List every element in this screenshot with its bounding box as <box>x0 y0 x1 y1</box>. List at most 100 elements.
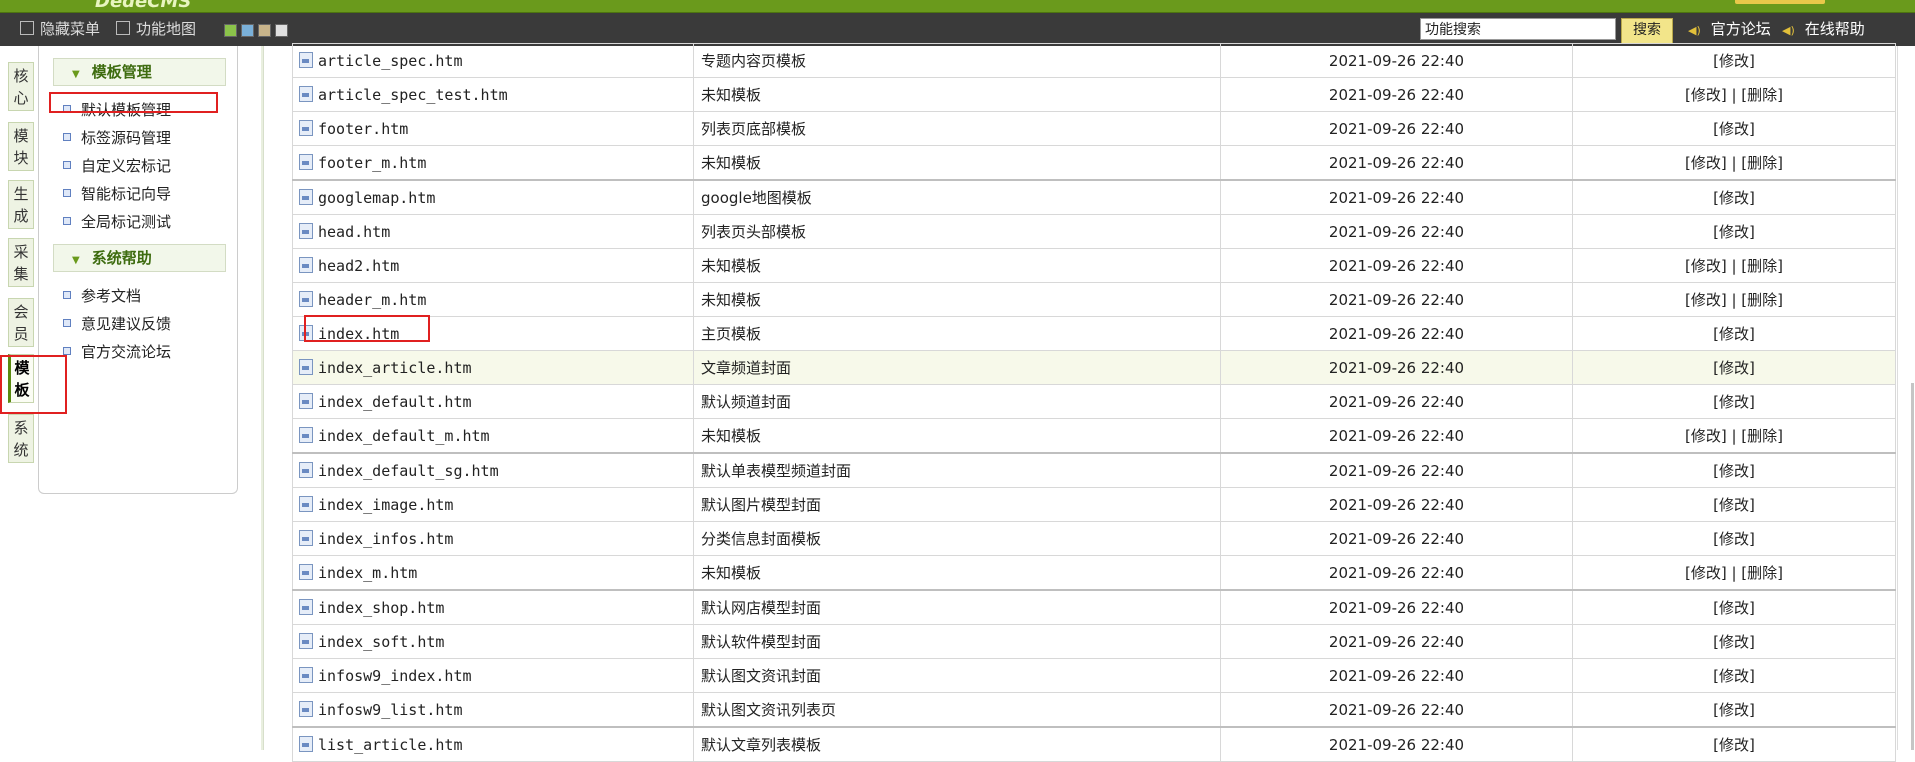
table-row: index_article.htm 文章频道封面 2021-09-26 22:40 [… <box>292 350 1896 385</box>
forum-link[interactable]: ◀) 官方论坛 <box>1688 13 1771 46</box>
action-separator: | <box>1726 427 1742 445</box>
file-name[interactable]: head2.htm <box>318 257 399 275</box>
edit-link[interactable]: [修改] <box>1713 530 1755 548</box>
menu-item[interactable]: 默认模板管理 <box>63 99 171 121</box>
side-tab[interactable]: 核心 <box>8 62 34 111</box>
help-link[interactable]: ◀) 在线帮助 <box>1782 13 1865 46</box>
edit-link[interactable]: [修改] <box>1713 223 1755 241</box>
edit-link[interactable]: [修改] <box>1713 462 1755 480</box>
file-name[interactable]: article_spec.htm <box>318 52 463 70</box>
menu-item-label: 默认模板管理 <box>81 101 172 119</box>
file-icon <box>299 324 313 341</box>
edit-link[interactable]: [修改] <box>1713 496 1755 514</box>
table-row: index_soft.htm 默认软件模型封面 2021-09-26 22:40 [修… <box>292 624 1896 659</box>
file-name[interactable]: index_default_sg.htm <box>318 462 499 480</box>
menu-item-label: 智能标记向导 <box>81 185 172 203</box>
file-modified-time: 2021-09-26 22:40 <box>1220 589 1573 625</box>
side-tab[interactable]: 系统 <box>8 414 34 463</box>
edit-link[interactable]: [修改] <box>1713 599 1755 617</box>
side-tab[interactable]: 模板 <box>8 354 34 403</box>
edit-link[interactable]: [修改] <box>1685 257 1727 275</box>
file-name[interactable]: head.htm <box>318 223 390 241</box>
skin-swatch[interactable] <box>258 24 271 37</box>
edit-link[interactable]: [修改] <box>1713 393 1755 411</box>
file-name-cell: index_soft.htm <box>292 624 694 659</box>
edit-link[interactable]: [修改] <box>1685 427 1727 445</box>
file-name[interactable]: list_article.htm <box>318 736 463 754</box>
delete-link[interactable]: [删除] <box>1741 257 1783 275</box>
delete-link[interactable]: [删除] <box>1741 291 1783 309</box>
side-tab[interactable]: 生成 <box>8 180 34 229</box>
file-name[interactable]: index_shop.htm <box>318 599 444 617</box>
file-name[interactable]: index_infos.htm <box>318 530 453 548</box>
edit-link[interactable]: [修改] <box>1685 291 1727 309</box>
file-name[interactable]: index_article.htm <box>318 359 472 377</box>
file-name[interactable]: article_spec_test.htm <box>318 86 508 104</box>
hide-menu-link[interactable]: 隐藏菜单 <box>20 13 100 46</box>
file-actions: [修改] | [删除] <box>1572 555 1896 591</box>
file-name[interactable]: infosw9_index.htm <box>318 667 472 685</box>
file-description: 默认单表模型频道封面 <box>693 452 1221 488</box>
file-name[interactable]: googlemap.htm <box>318 189 435 207</box>
menu-item[interactable]: 自定义宏标记 <box>63 155 171 177</box>
search-button[interactable]: 搜索 <box>1621 18 1673 44</box>
search-input[interactable] <box>1420 18 1616 40</box>
delete-link[interactable]: [删除] <box>1741 427 1783 445</box>
table-row: index.htm 主页模板 2021-09-26 22:40 [修改] <box>292 316 1896 351</box>
edit-link[interactable]: [修改] <box>1713 667 1755 685</box>
file-name[interactable]: index_default_m.htm <box>318 427 490 445</box>
skin-swatch[interactable] <box>241 24 254 37</box>
file-name[interactable]: footer.htm <box>318 120 408 138</box>
skin-swatch[interactable] <box>224 24 237 37</box>
edit-link[interactable]: [修改] <box>1713 736 1755 754</box>
menu-item[interactable]: 智能标记向导 <box>63 183 171 205</box>
skin-swatch[interactable] <box>275 24 288 37</box>
file-name[interactable]: index_image.htm <box>318 496 453 514</box>
file-name[interactable]: index_soft.htm <box>318 633 444 651</box>
edit-link[interactable]: [修改] <box>1713 633 1755 651</box>
file-name[interactable]: index_default.htm <box>318 393 472 411</box>
group-template-management[interactable]: ▼ 模板管理 <box>53 58 226 86</box>
edit-link[interactable]: [修改] <box>1713 325 1755 343</box>
file-actions: [修改] <box>1572 452 1896 488</box>
edit-link[interactable]: [修改] <box>1713 701 1755 719</box>
file-name[interactable]: header_m.htm <box>318 291 426 309</box>
file-name[interactable]: footer_m.htm <box>318 154 426 172</box>
edit-link[interactable]: [修改] <box>1713 189 1755 207</box>
menu-item[interactable]: 官方交流论坛 <box>63 341 171 363</box>
file-description: 未知模板 <box>693 77 1221 112</box>
file-name[interactable]: index.htm <box>318 325 399 343</box>
file-actions: [修改] <box>1572 43 1896 78</box>
side-tab[interactable]: 模块 <box>8 122 34 171</box>
file-icon <box>299 85 313 102</box>
file-name[interactable]: index_m.htm <box>318 564 417 582</box>
file-name-cell: index_m.htm <box>292 555 694 591</box>
edit-link[interactable]: [修改] <box>1685 564 1727 582</box>
file-name-cell: footer.htm <box>292 111 694 146</box>
side-tab[interactable]: 会员 <box>8 298 34 347</box>
menu-item[interactable]: 标签源码管理 <box>63 127 171 149</box>
side-tab[interactable]: 采集 <box>8 238 34 287</box>
edit-link[interactable]: [修改] <box>1685 154 1727 172</box>
edit-link[interactable]: [修改] <box>1713 52 1755 70</box>
menu-item[interactable]: 全局标记测试 <box>63 211 171 233</box>
file-actions: [修改] <box>1572 214 1896 249</box>
file-modified-time: 2021-09-26 22:40 <box>1220 521 1573 556</box>
menu-item[interactable]: 参考文档 <box>63 285 141 307</box>
file-actions: [修改] <box>1572 111 1896 146</box>
edit-link[interactable]: [修改] <box>1685 86 1727 104</box>
edit-link[interactable]: [修改] <box>1713 120 1755 138</box>
function-map-link[interactable]: 功能地图 <box>116 13 196 46</box>
top-right-button[interactable] <box>1735 0 1825 4</box>
delete-link[interactable]: [删除] <box>1741 564 1783 582</box>
delete-link[interactable]: [删除] <box>1741 154 1783 172</box>
file-name[interactable]: infosw9_list.htm <box>318 701 463 719</box>
menu-item[interactable]: 意见建议反馈 <box>63 313 171 335</box>
group-system-help[interactable]: ▼ 系统帮助 <box>53 244 226 272</box>
scrollbar-thumb[interactable] <box>1911 383 1914 750</box>
file-modified-time: 2021-09-26 22:40 <box>1220 179 1573 215</box>
delete-link[interactable]: [删除] <box>1741 86 1783 104</box>
edit-link[interactable]: [修改] <box>1713 359 1755 377</box>
table-row: index_image.htm 默认图片模型封面 2021-09-26 22:40 [… <box>292 487 1896 522</box>
file-actions: [修改] <box>1572 624 1896 659</box>
